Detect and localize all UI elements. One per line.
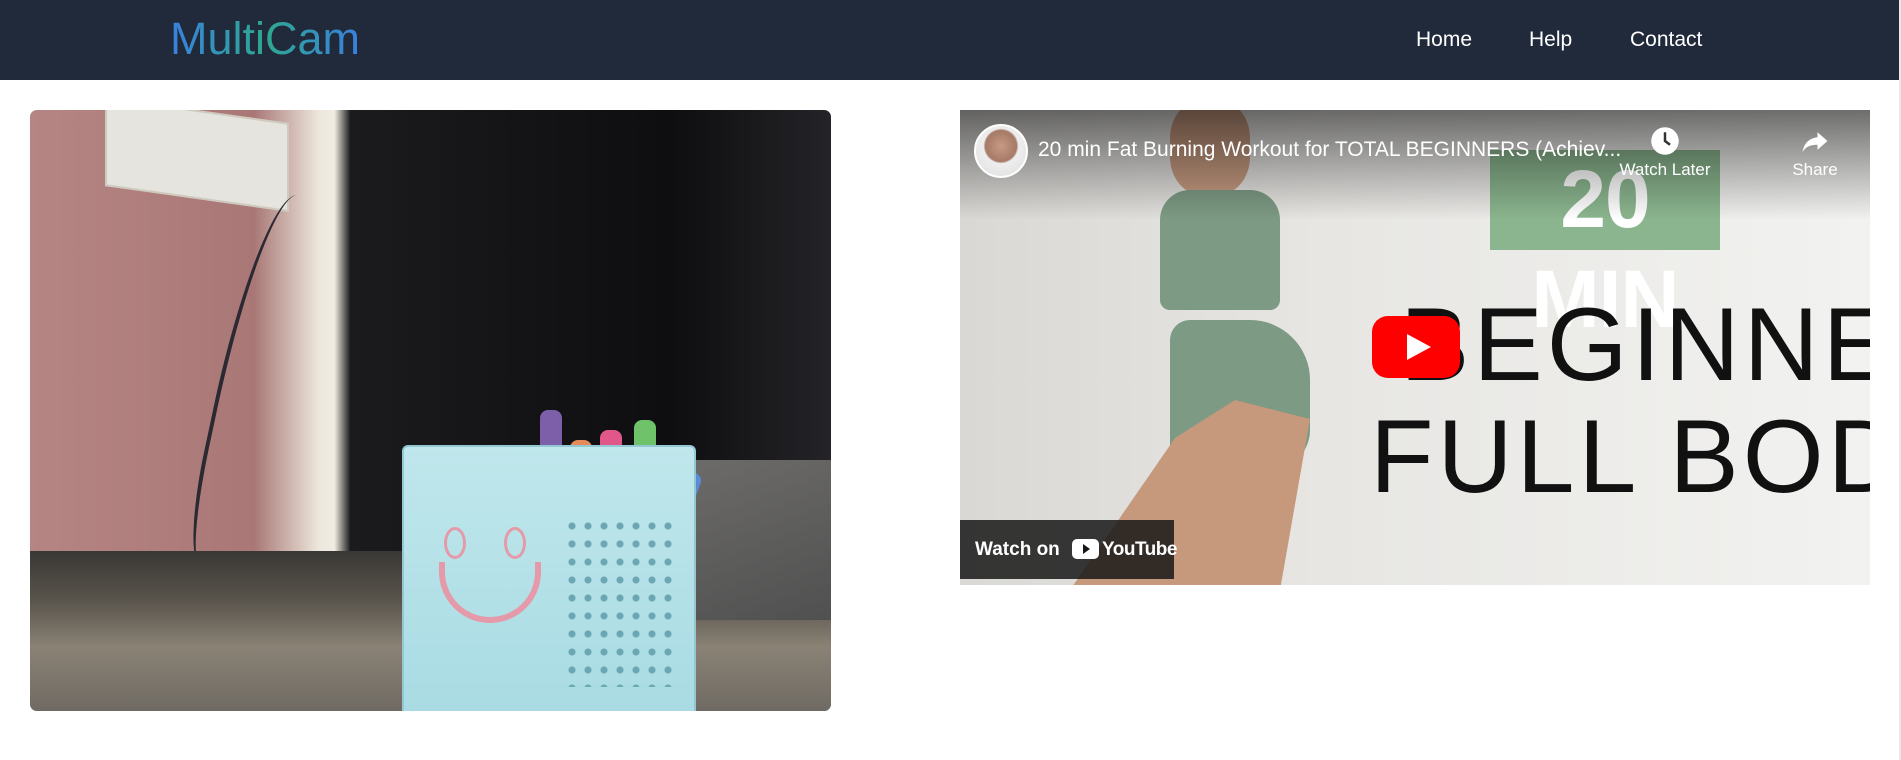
channel-avatar[interactable] bbox=[974, 124, 1028, 178]
pen-holder bbox=[402, 445, 696, 711]
nav-link-help[interactable]: Help bbox=[1529, 28, 1572, 52]
navbar: MultiCam Home Help Contact bbox=[0, 0, 1901, 80]
youtube-wordmark: YouTube bbox=[1102, 539, 1177, 560]
share-label: Share bbox=[1792, 160, 1838, 179]
smile-mouth bbox=[439, 562, 541, 623]
nav-link-home[interactable]: Home bbox=[1416, 28, 1472, 52]
cable bbox=[181, 187, 323, 573]
youtube-embed[interactable]: 20 MIN BEGINNER FULL BODY 20 min Fat Bur… bbox=[960, 110, 1870, 585]
clock-icon bbox=[1651, 127, 1679, 155]
brand-logo[interactable]: MultiCam bbox=[170, 12, 360, 66]
webcam-feed bbox=[30, 110, 831, 711]
smile-eye bbox=[444, 527, 466, 559]
share-button[interactable]: Share bbox=[1760, 126, 1870, 180]
watch-later-button[interactable]: Watch Later bbox=[1610, 126, 1720, 180]
title-overlay bbox=[960, 110, 1870, 220]
youtube-logo-icon bbox=[1072, 539, 1099, 559]
nav-link-contact[interactable]: Contact bbox=[1630, 28, 1702, 52]
watch-later-label: Watch Later bbox=[1619, 160, 1711, 179]
smile-eye bbox=[504, 527, 526, 559]
video-title[interactable]: 20 min Fat Burning Workout for TOTAL BEG… bbox=[1038, 138, 1621, 162]
share-icon bbox=[1802, 132, 1828, 153]
thumbnail-text-line2: FULL BODY bbox=[1370, 399, 1870, 515]
wall-socket bbox=[105, 110, 289, 212]
thumbnail-text-line1: BEGINNER bbox=[1400, 287, 1870, 403]
play-button-icon[interactable] bbox=[1372, 316, 1460, 378]
holder-pattern bbox=[564, 517, 674, 687]
watch-on-label: Watch on bbox=[975, 539, 1060, 560]
watch-on-youtube-button[interactable]: Watch on YouTube bbox=[960, 520, 1177, 579]
